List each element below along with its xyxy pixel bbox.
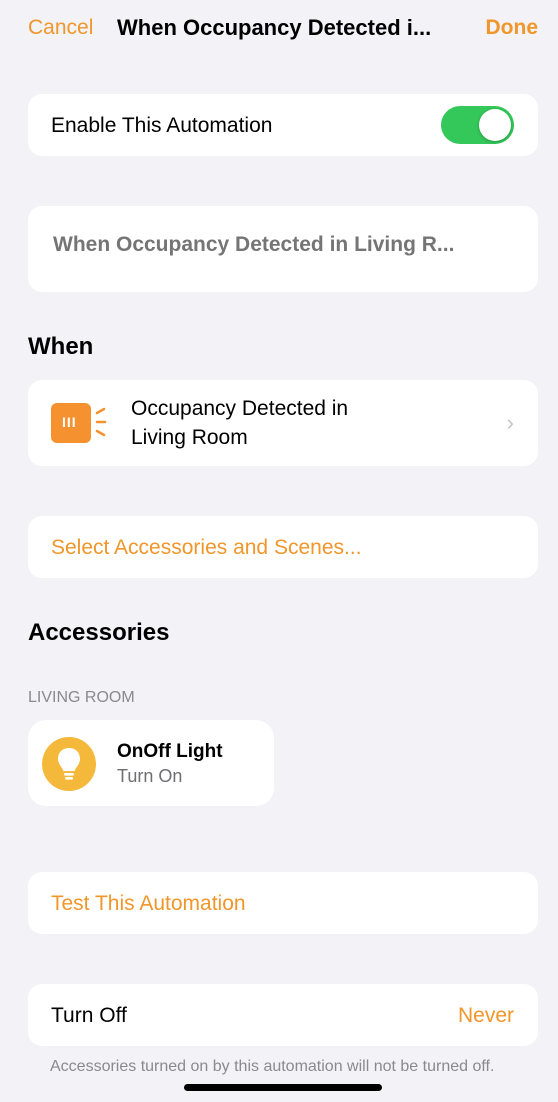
accessory-name: OnOff Light: [117, 741, 223, 762]
automation-editor: Cancel When Occupancy Detected i... Done…: [0, 0, 558, 1102]
occupancy-sensor-icon: III: [51, 403, 107, 443]
trigger-row[interactable]: III Occupancy Detected in Living Room ›: [28, 380, 538, 466]
accessory-state: Turn On: [117, 766, 183, 786]
automation-name-input[interactable]: [53, 233, 518, 257]
select-accessories-button[interactable]: Select Accessories and Scenes...: [28, 516, 538, 578]
trigger-line-1: Occupancy Detected in: [131, 397, 349, 420]
enable-automation-row: Enable This Automation: [28, 94, 538, 156]
select-accessories-label: Select Accessories and Scenes...: [51, 536, 362, 559]
test-automation-label: Test This Automation: [51, 892, 246, 915]
accessories-section-heading: Accessories: [28, 619, 170, 646]
trigger-description: Occupancy Detected in Living Room: [131, 394, 348, 452]
room-label: LIVING ROOM: [28, 689, 135, 706]
enable-automation-toggle[interactable]: [441, 106, 514, 144]
automation-name-card: [28, 206, 538, 292]
home-indicator[interactable]: [184, 1084, 382, 1091]
lightbulb-icon: [42, 737, 96, 791]
test-automation-button[interactable]: Test This Automation: [28, 872, 538, 934]
turn-off-label: Turn Off: [51, 1004, 127, 1027]
when-section-heading: When: [28, 333, 94, 360]
trigger-line-2: Living Room: [131, 426, 248, 449]
turn-off-footnote: Accessories turned on by this automation…: [50, 1058, 495, 1075]
turn-off-value: Never: [457, 1004, 514, 1027]
cancel-button[interactable]: Cancel: [28, 16, 93, 40]
turn-off-row[interactable]: Turn Off Never: [28, 984, 538, 1046]
accessory-tile-onoff-light[interactable]: OnOff Light Turn On: [28, 720, 274, 806]
page-title: When Occupancy Detected i...: [117, 15, 432, 40]
navigation-bar: Cancel When Occupancy Detected i... Done: [0, 0, 558, 62]
chevron-right-icon: ›: [506, 410, 514, 435]
enable-automation-label: Enable This Automation: [51, 114, 273, 137]
done-button[interactable]: Done: [486, 16, 539, 40]
toggle-knob: [479, 109, 511, 141]
